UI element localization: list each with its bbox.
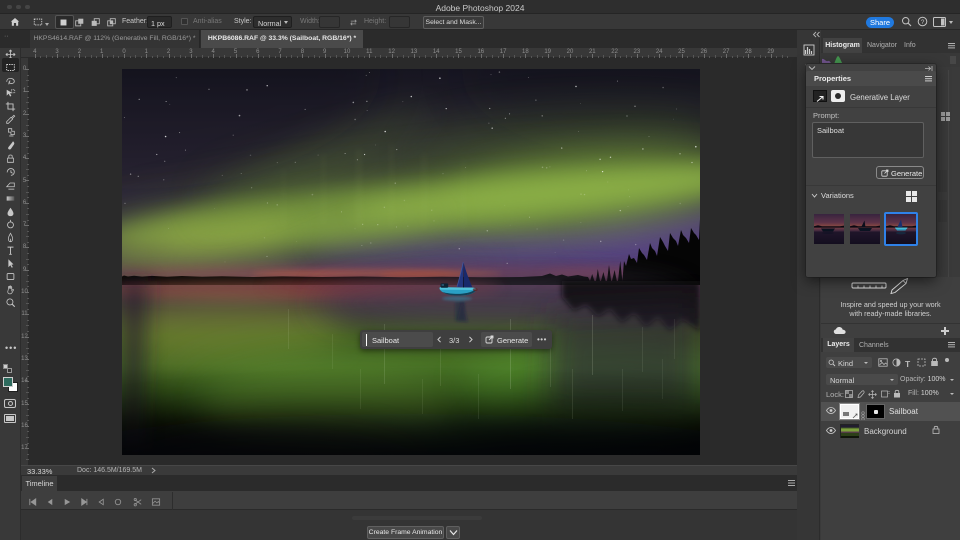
svg-text:?: ? <box>921 19 925 26</box>
